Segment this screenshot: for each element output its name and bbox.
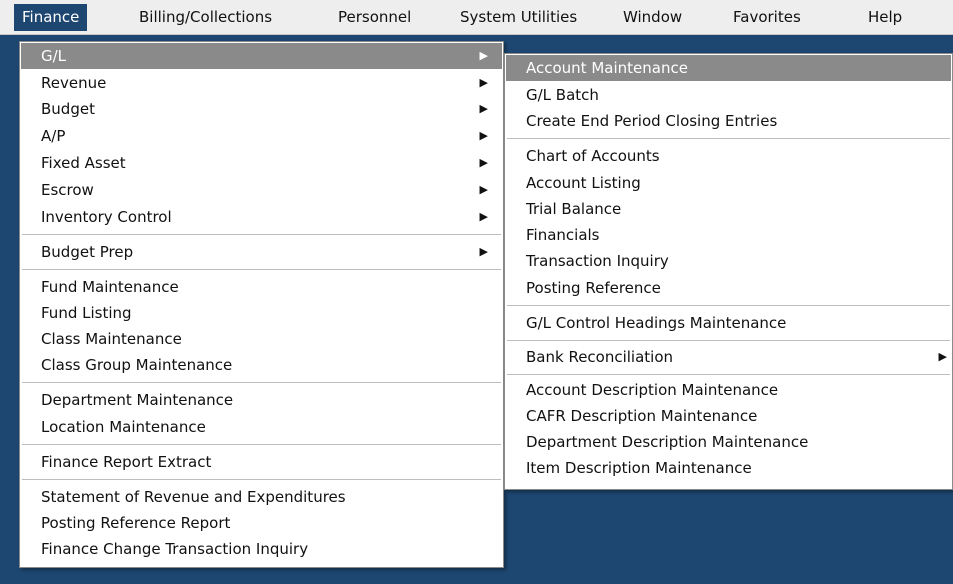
menu-item-label: Account Description Maintenance [526, 381, 779, 399]
menu-item-label: Create End Period Closing Entries [526, 112, 778, 130]
menu-item-location-maintenance[interactable]: Location Maintenance [21, 414, 502, 440]
menu-separator [22, 234, 501, 235]
menu-item-label: Posting Reference [526, 279, 661, 297]
menu-separator [22, 382, 501, 383]
menu-item-label: Inventory Control [41, 208, 172, 226]
menu-item-ap[interactable]: A/P ▶ [21, 123, 502, 149]
menu-separator [22, 269, 501, 270]
menu-item-fund-listing[interactable]: Fund Listing [21, 300, 502, 326]
menu-item-label: Class Maintenance [41, 330, 182, 348]
menu-item-class-maintenance[interactable]: Class Maintenance [21, 326, 502, 352]
menu-item-label: Fund Listing [41, 304, 132, 322]
menu-item-class-group-maintenance[interactable]: Class Group Maintenance [21, 352, 502, 378]
menu-item-label: Department Maintenance [41, 391, 234, 409]
menu-item-posting-reference-report[interactable]: Posting Reference Report [21, 510, 502, 536]
menu-item-finance-change-transaction-inquiry[interactable]: Finance Change Transaction Inquiry [21, 536, 502, 562]
menu-item-label: Finance Report Extract [41, 453, 212, 471]
menu-item-label: Budget [41, 100, 95, 118]
menu-item-label: A/P [41, 127, 66, 145]
menu-item-label: Budget Prep [41, 243, 134, 261]
menu-item-department-maintenance[interactable]: Department Maintenance [21, 387, 502, 413]
menu-item-label: Bank Reconciliation [526, 348, 674, 366]
menu-item-gl-control-headings[interactable]: G/L Control Headings Maintenance [506, 310, 951, 336]
menu-item-inventory-control[interactable]: Inventory Control ▶ [21, 204, 502, 230]
menu-item-label: G/L Control Headings Maintenance [526, 314, 787, 332]
menu-finance[interactable]: Finance [14, 4, 88, 31]
submenu-arrow-icon: ▶ [479, 76, 488, 89]
menu-item-budget[interactable]: Budget ▶ [21, 96, 502, 122]
menu-window[interactable]: Window [615, 4, 690, 31]
menu-separator [22, 479, 501, 480]
menu-item-label: Finance Change Transaction Inquiry [41, 540, 309, 558]
menu-item-cafr-description-maintenance[interactable]: CAFR Description Maintenance [506, 403, 951, 429]
menu-item-label: Chart of Accounts [526, 147, 660, 165]
menu-item-label: G/L Batch [526, 86, 599, 104]
menu-item-label: Location Maintenance [41, 418, 206, 436]
menu-item-label: Fixed Asset [41, 154, 126, 172]
menu-item-gl-batch[interactable]: G/L Batch [506, 82, 951, 108]
menu-item-label: Fund Maintenance [41, 278, 179, 296]
submenu-arrow-icon: ▶ [479, 102, 488, 115]
menu-personnel[interactable]: Personnel [330, 4, 419, 31]
submenu-arrow-icon: ▶ [479, 210, 488, 223]
menu-item-financials[interactable]: Financials [506, 222, 951, 248]
menu-item-account-listing[interactable]: Account Listing [506, 170, 951, 196]
submenu-arrow-icon: ▶ [479, 245, 488, 258]
menu-favorites[interactable]: Favorites [725, 4, 809, 31]
menu-item-label: G/L [41, 47, 67, 65]
gl-submenu: Account Maintenance G/L Batch Create End… [504, 53, 953, 490]
menu-item-label: Trial Balance [526, 200, 622, 218]
menu-item-statement-revenue-expenditures[interactable]: Statement of Revenue and Expenditures [21, 484, 502, 510]
menu-separator [507, 138, 950, 139]
menu-separator [507, 374, 950, 375]
submenu-arrow-icon: ▶ [479, 183, 488, 196]
menu-item-trial-balance[interactable]: Trial Balance [506, 196, 951, 222]
menu-item-budget-prep[interactable]: Budget Prep ▶ [21, 239, 502, 265]
menu-item-label: Item Description Maintenance [526, 459, 752, 477]
menu-item-label: CAFR Description Maintenance [526, 407, 758, 425]
menu-item-label: Class Group Maintenance [41, 356, 233, 374]
menu-item-label: Financials [526, 226, 600, 244]
menu-item-department-description-maintenance[interactable]: Department Description Maintenance [506, 429, 951, 455]
menu-item-label: Account Maintenance [526, 59, 688, 77]
menu-item-gl[interactable]: G/L ▶ [21, 43, 502, 69]
menu-item-label: Escrow [41, 181, 94, 199]
menu-item-escrow[interactable]: Escrow ▶ [21, 177, 502, 203]
menu-billing-collections[interactable]: Billing/Collections [131, 4, 280, 31]
menu-item-label: Transaction Inquiry [526, 252, 669, 270]
menu-item-posting-reference[interactable]: Posting Reference [506, 275, 951, 301]
submenu-arrow-icon: ▶ [479, 129, 488, 142]
menu-item-chart-of-accounts[interactable]: Chart of Accounts [506, 143, 951, 169]
menu-item-fund-maintenance[interactable]: Fund Maintenance [21, 274, 502, 300]
menu-item-finance-report-extract[interactable]: Finance Report Extract [21, 449, 502, 475]
menu-item-fixed-asset[interactable]: Fixed Asset ▶ [21, 150, 502, 176]
menu-help[interactable]: Help [860, 4, 910, 31]
menu-item-label: Account Listing [526, 174, 641, 192]
menu-item-label: Posting Reference Report [41, 514, 231, 532]
menu-system-utilities[interactable]: System Utilities [452, 4, 585, 31]
menu-item-account-maintenance[interactable]: Account Maintenance [506, 55, 951, 81]
menu-item-bank-reconciliation[interactable]: Bank Reconciliation ▶ [506, 344, 951, 370]
menu-separator [507, 305, 950, 306]
menu-separator [22, 444, 501, 445]
submenu-arrow-icon: ▶ [479, 156, 488, 169]
menu-item-create-end-period-closing[interactable]: Create End Period Closing Entries [506, 108, 951, 134]
menu-item-transaction-inquiry[interactable]: Transaction Inquiry [506, 248, 951, 274]
menu-item-label: Revenue [41, 74, 107, 92]
menu-item-label: Statement of Revenue and Expenditures [41, 488, 346, 506]
finance-dropdown: G/L ▶ Revenue ▶ Budget ▶ A/P ▶ Fixed Asset ▶ … [19, 41, 504, 568]
submenu-arrow-icon: ▶ [938, 350, 947, 363]
menu-item-account-description-maintenance[interactable]: Account Description Maintenance [506, 377, 951, 403]
submenu-arrow-icon: ▶ [479, 49, 488, 62]
menu-item-item-description-maintenance[interactable]: Item Description Maintenance [506, 455, 951, 481]
menu-bar: Finance Billing/Collections Personnel Sy… [0, 0, 953, 35]
menu-item-revenue[interactable]: Revenue ▶ [21, 70, 502, 96]
menu-item-label: Department Description Maintenance [526, 433, 809, 451]
menu-separator [507, 340, 950, 341]
